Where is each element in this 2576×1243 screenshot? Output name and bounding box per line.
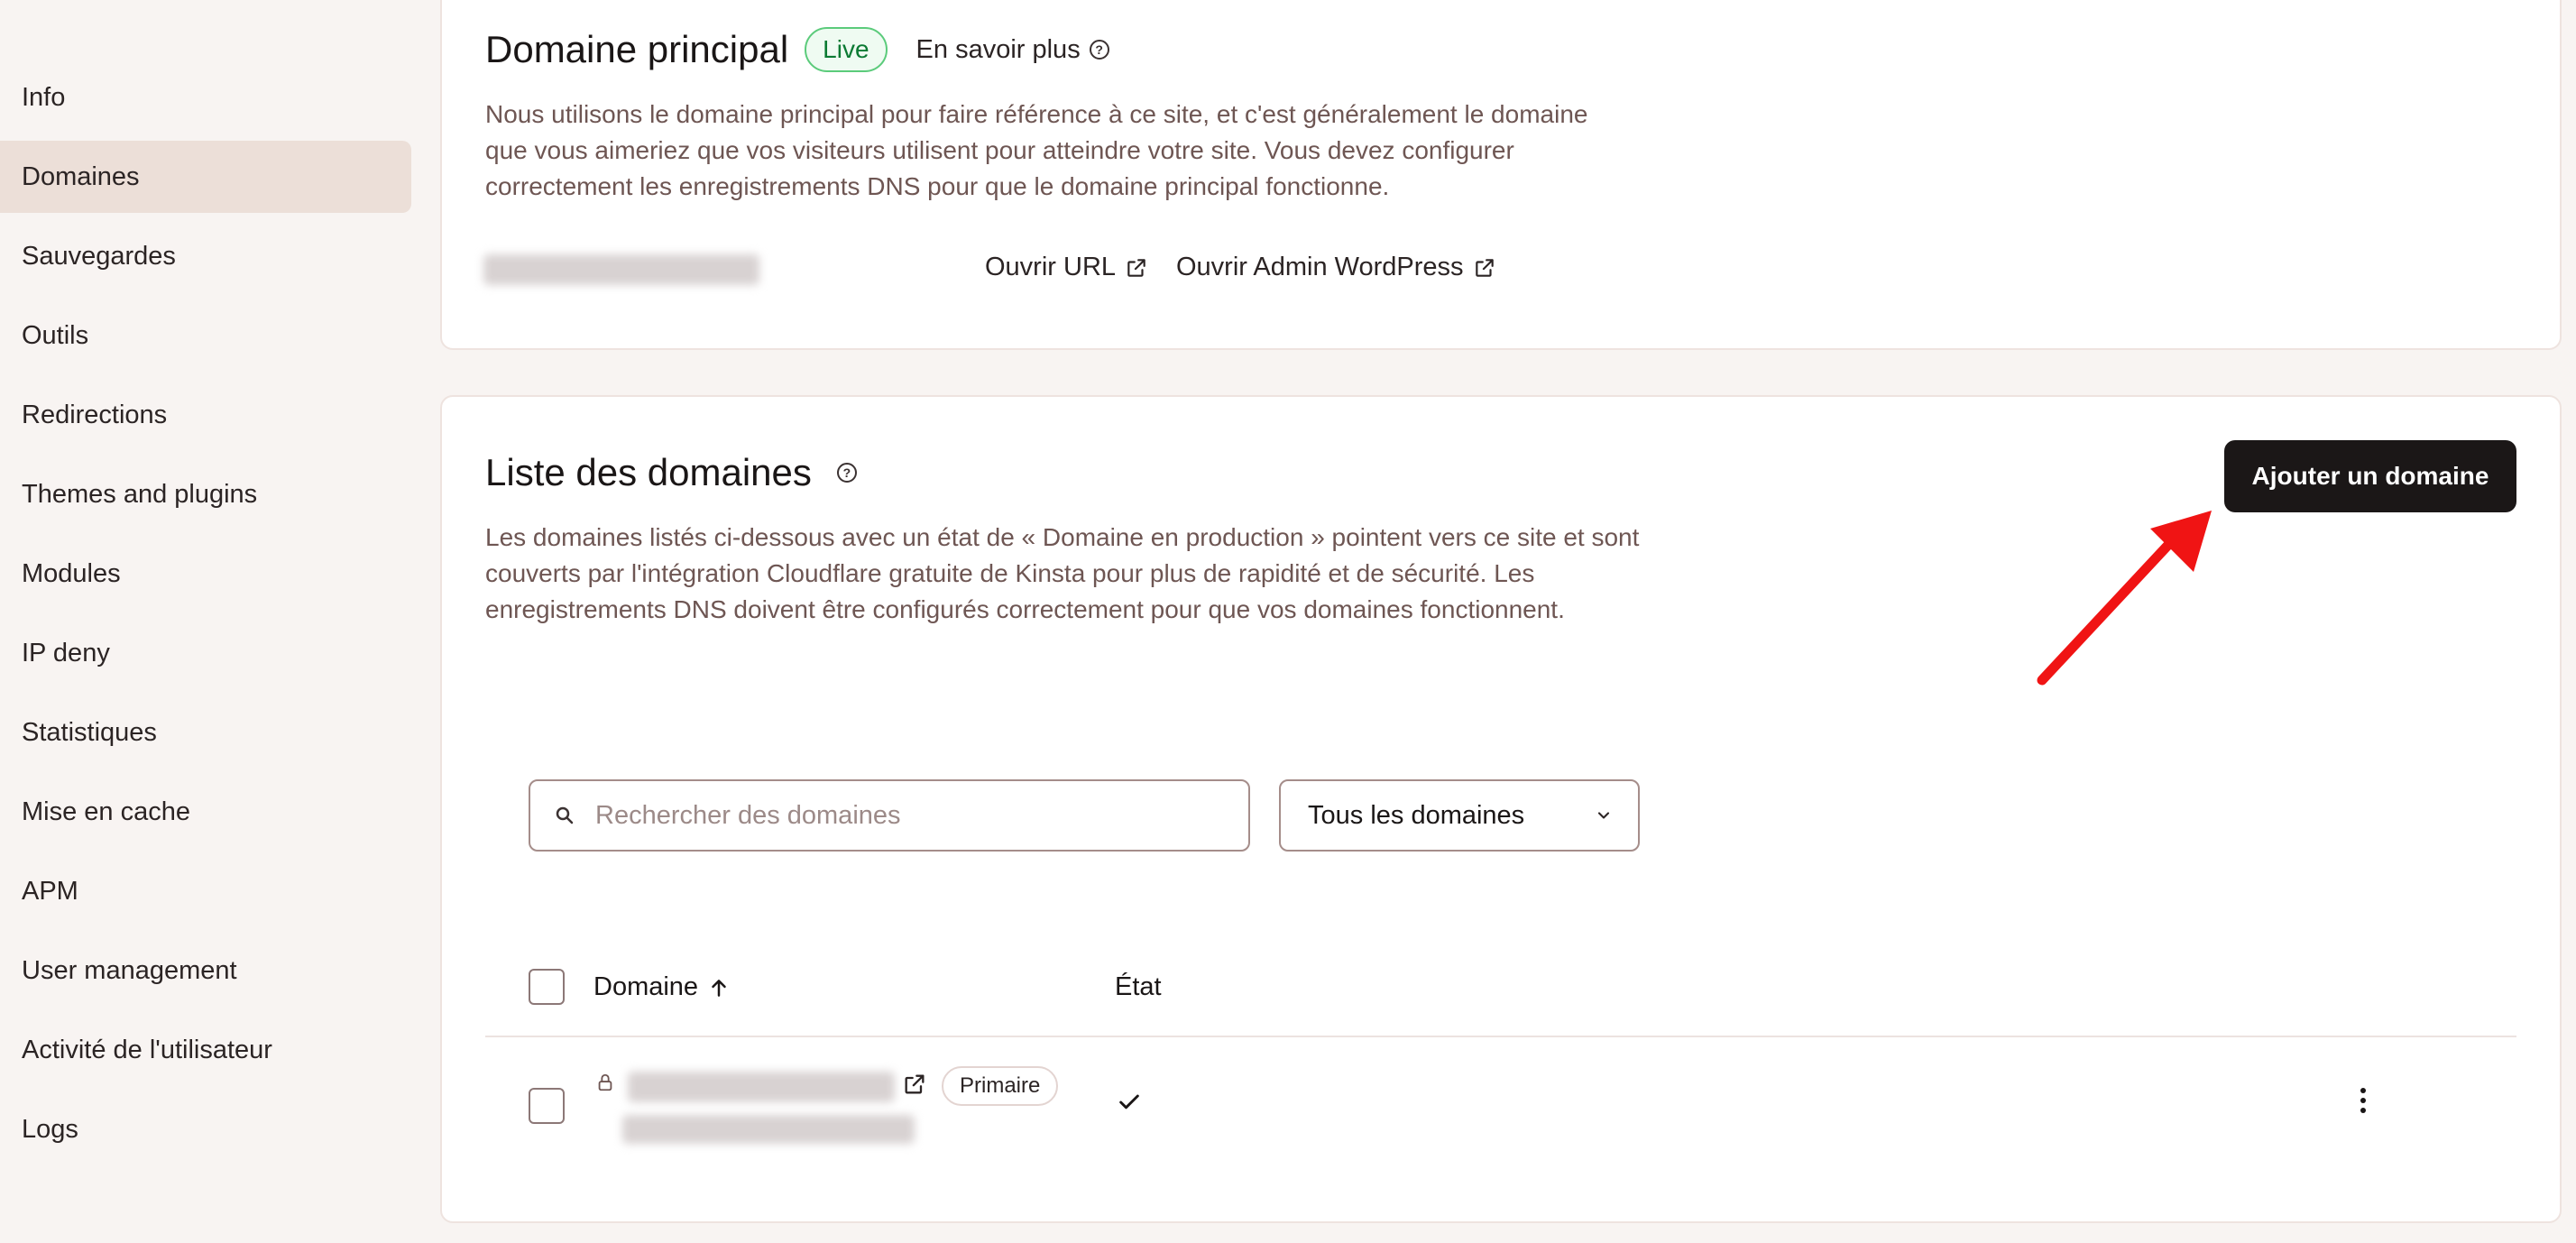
- open-wp-admin-label: Ouvrir Admin WordPress: [1176, 253, 1464, 281]
- domain-list-description: Les domaines listés ci-dessous avec un é…: [485, 523, 1640, 623]
- sidebar-item-user-management[interactable]: User management: [0, 935, 411, 1007]
- primary-domain-value: [483, 254, 759, 285]
- sidebar-item-activite-utilisateur[interactable]: Activité de l'utilisateur: [0, 1014, 411, 1086]
- sidebar-item-domaines[interactable]: Domaines: [0, 141, 411, 213]
- check-icon: [1119, 1094, 1139, 1109]
- domain-list-header: Liste des domaines ?: [485, 451, 857, 494]
- row-actions-kebab-icon[interactable]: [2349, 1088, 2378, 1120]
- search-input[interactable]: [595, 800, 1248, 831]
- sidebar-nav: Info Domaines Sauvegardes Outils Redirec…: [0, 61, 411, 1173]
- sidebar-item-ip-deny[interactable]: IP deny: [0, 617, 411, 689]
- primary-domain-title: Domaine principal: [485, 28, 789, 70]
- table-divider: [485, 1036, 2516, 1037]
- open-url-label: Ouvrir URL: [985, 253, 1117, 281]
- row-checkbox[interactable]: [529, 1088, 565, 1124]
- sidebar-item-modules[interactable]: Modules: [0, 538, 411, 610]
- sidebar-item-themes-plugins[interactable]: Themes and plugins: [0, 458, 411, 530]
- domain-name[interactable]: [628, 1072, 895, 1102]
- sidebar-item-mise-en-cache[interactable]: Mise en cache: [0, 776, 411, 848]
- help-icon: ?: [1089, 40, 1109, 60]
- add-domain-button[interactable]: Ajouter un domaine: [2224, 440, 2516, 512]
- select-all-checkbox[interactable]: [529, 969, 565, 1005]
- column-header-etat: État: [1115, 972, 1162, 1001]
- domain-filter-value: Tous les domaines: [1308, 800, 1525, 830]
- domain-filter-select[interactable]: Tous les domaines: [1279, 779, 1640, 852]
- external-link-icon: [1127, 258, 1145, 277]
- live-badge: Live: [805, 27, 888, 72]
- sort-ascending-icon: [712, 979, 726, 997]
- external-link-icon[interactable]: [902, 1072, 927, 1097]
- sidebar-item-statistiques[interactable]: Statistiques: [0, 696, 411, 769]
- domain-search-box[interactable]: [529, 779, 1250, 852]
- primary-tag: Primaire: [942, 1066, 1059, 1106]
- help-icon[interactable]: ?: [836, 463, 857, 483]
- primary-domain-header: Domaine principal Live En savoir plus ?: [485, 27, 1109, 72]
- primary-domain-description: Nous utilisons le domaine principal pour…: [485, 100, 1588, 200]
- sidebar-item-apm[interactable]: APM: [0, 855, 411, 927]
- sidebar-item-info[interactable]: Info: [0, 61, 411, 134]
- domain-subtext: [622, 1115, 915, 1144]
- open-url-link[interactable]: Ouvrir URL: [985, 253, 1148, 282]
- external-link-icon: [1475, 258, 1494, 277]
- chevron-down-icon: [1597, 812, 1610, 819]
- column-header-domaine[interactable]: Domaine: [593, 972, 731, 1002]
- open-wp-admin-link[interactable]: Ouvrir Admin WordPress: [1176, 253, 1496, 282]
- learn-more-label: En savoir plus: [915, 34, 1081, 64]
- sidebar-item-outils[interactable]: Outils: [0, 299, 411, 372]
- sidebar-item-logs[interactable]: Logs: [0, 1093, 411, 1165]
- learn-more-link[interactable]: En savoir plus ?: [916, 35, 1109, 65]
- sidebar-item-redirections[interactable]: Redirections: [0, 379, 411, 451]
- lock-icon: [598, 1073, 612, 1091]
- domain-list-title: Liste des domaines: [485, 451, 812, 493]
- sidebar-item-sauvegardes[interactable]: Sauvegardes: [0, 220, 411, 292]
- column-domain-label: Domaine: [593, 972, 699, 1001]
- search-icon: [556, 806, 574, 824]
